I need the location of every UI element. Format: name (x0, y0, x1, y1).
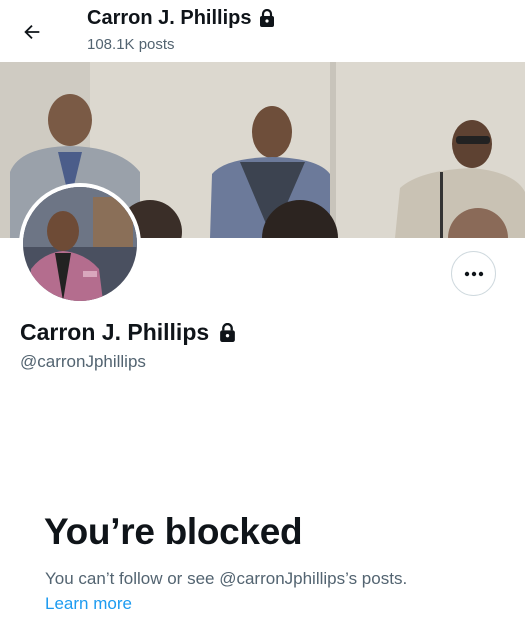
blocked-title: You’re blocked (44, 511, 303, 552)
profile-header: Carron J. Phillips 108.1K posts (0, 0, 525, 62)
learn-more-link[interactable]: Learn more (45, 594, 132, 614)
more-horizontal-icon (464, 271, 483, 276)
avatar[interactable] (19, 183, 141, 305)
header-name: Carron J. Phillips (87, 7, 252, 29)
profile-handle: @carronJphillips (20, 352, 146, 371)
more-options-button[interactable] (451, 251, 496, 296)
avatar-image (23, 187, 137, 301)
post-count: 108.1K posts (87, 36, 175, 53)
lock-icon (260, 9, 275, 27)
header-title: Carron J. Phillips (87, 7, 275, 30)
profile-name: Carron J. Phillips (20, 319, 236, 346)
profile-name-text: Carron J. Phillips (20, 319, 210, 345)
blocked-description: You can’t follow or see @carronJphillips… (45, 569, 408, 588)
lock-icon (220, 322, 236, 342)
back-button[interactable] (14, 14, 50, 50)
arrow-left-icon (24, 24, 40, 40)
